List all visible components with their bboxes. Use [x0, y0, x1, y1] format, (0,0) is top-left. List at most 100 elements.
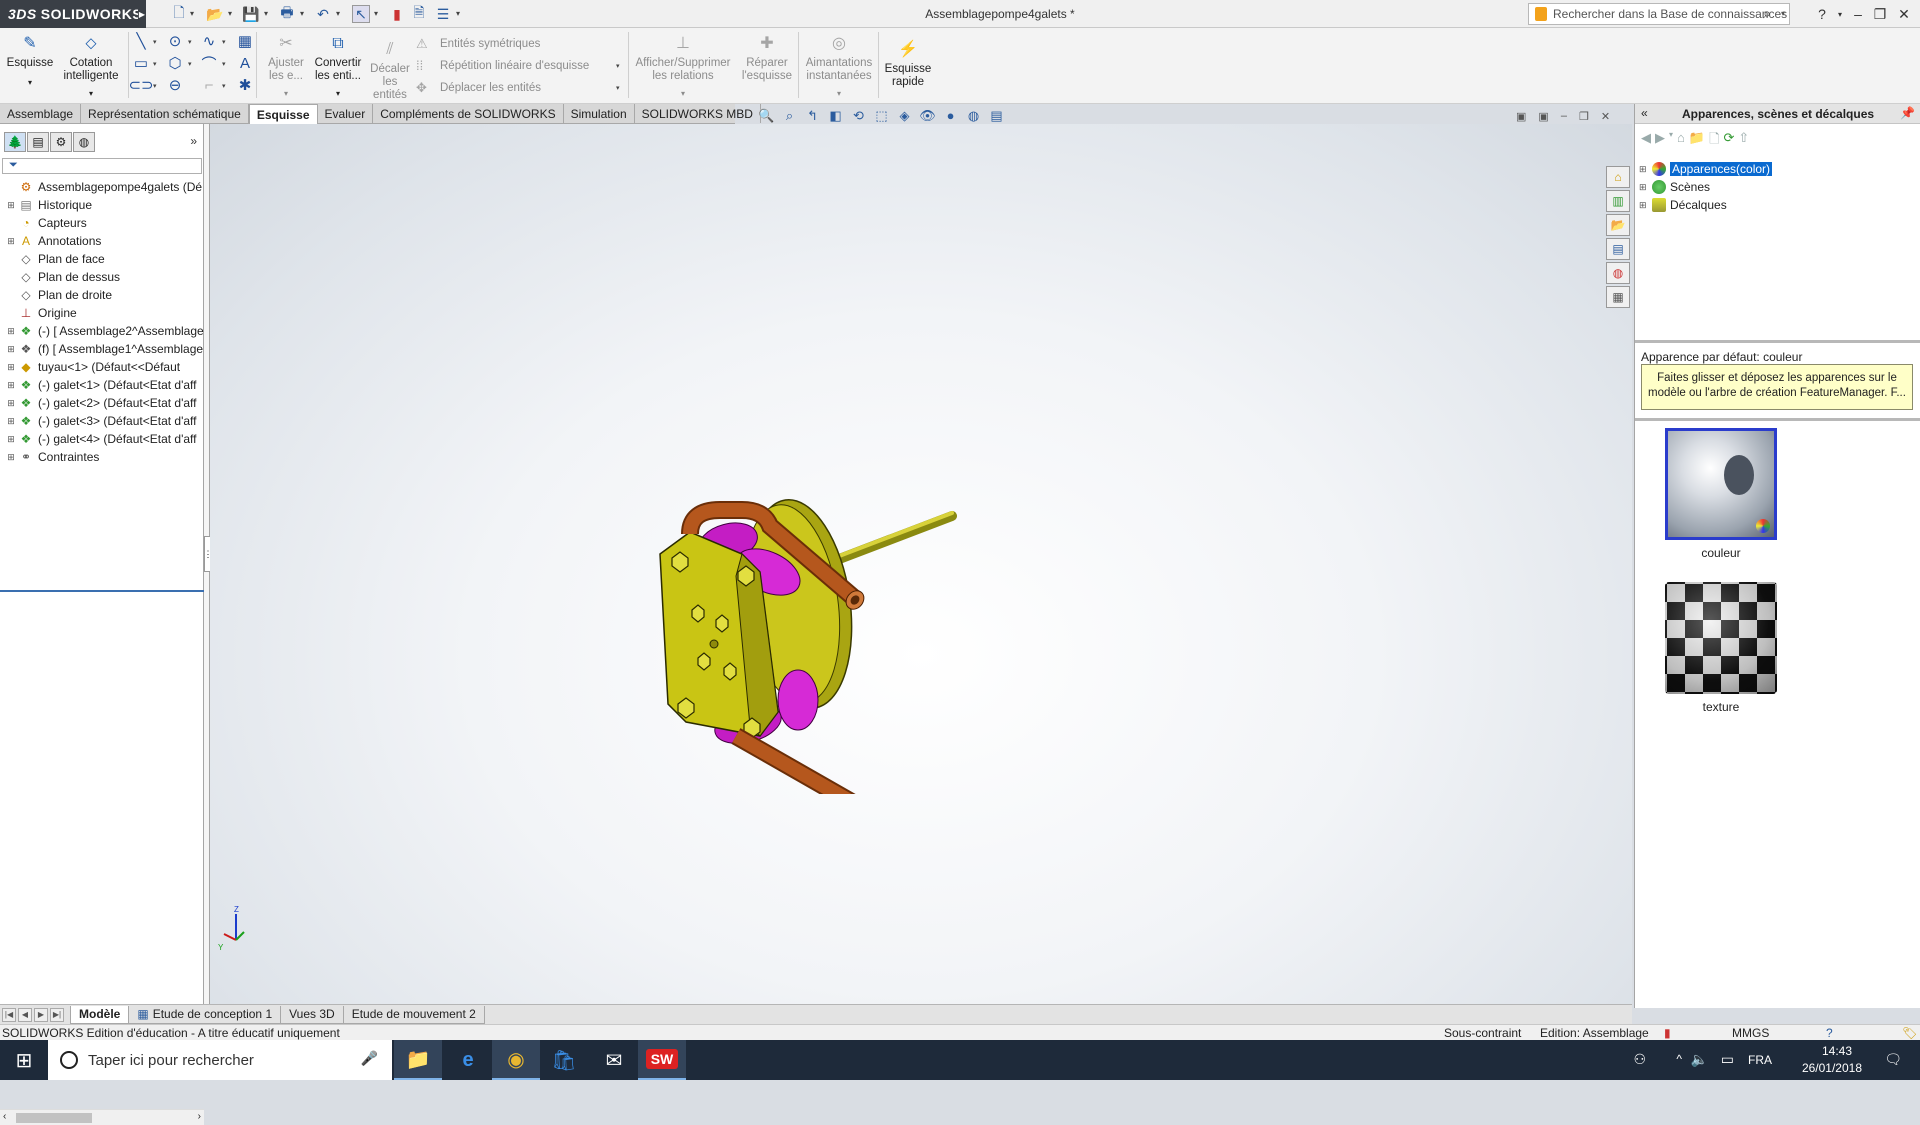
expand-icon[interactable]: ⊞: [6, 200, 16, 210]
configuration-manager-tab-icon[interactable]: ⚙: [50, 132, 72, 152]
property-manager-tab-icon[interactable]: ▤: [27, 132, 49, 152]
circle-dropdown-icon[interactable]: ▾: [188, 38, 192, 46]
tab-etude-de-mouvement[interactable]: Etude de mouvement 2: [342, 1005, 485, 1024]
offset-entities-button[interactable]: ⫽ Décaler les entités: [368, 38, 412, 102]
add-file-icon[interactable]: 🗋: [1709, 130, 1719, 148]
knowledge-base-search[interactable]: Rechercher dans la Base de connaissances…: [1528, 3, 1790, 25]
surface-sketch-icon[interactable]: ▦: [236, 32, 254, 50]
slot-dropdown-icon[interactable]: ▾: [153, 82, 157, 90]
menu-expand-icon[interactable]: ▶: [138, 0, 146, 28]
tree-item-plan-de-droite[interactable]: ◇ Plan de droite: [0, 286, 204, 304]
spline-dropdown-icon[interactable]: ▾: [222, 38, 226, 46]
tree-item-assemblage2[interactable]: ⊞ ❖ (-) [ Assemblage2^Assemblage: [0, 322, 204, 340]
relations-dropdown-icon[interactable]: ▾: [681, 87, 685, 100]
construction-icon[interactable]: ⌐: [200, 76, 218, 94]
file-explorer-icon[interactable]: 📁: [394, 1040, 442, 1080]
tab-representation-schematique[interactable]: Représentation schématique: [81, 104, 249, 123]
tree-item-galet-4[interactable]: ⊞ ❖ (-) galet<4> (Défaut<Etat d'aff: [0, 430, 204, 448]
save-icon[interactable]: 💾: [242, 5, 260, 23]
chrome-icon[interactable]: ◉: [492, 1040, 540, 1080]
dimension-dropdown-icon[interactable]: ▾: [89, 87, 93, 100]
convert-entities-button[interactable]: ⧉ Convertir les enti... ▾: [312, 32, 364, 100]
scrollbar-thumb[interactable]: [16, 1113, 92, 1123]
tab-vues-3d[interactable]: Vues 3D: [280, 1005, 344, 1024]
edge-browser-icon[interactable]: e: [444, 1040, 492, 1080]
smart-dimension-button[interactable]: ⬦ Cotation intelligente ▾: [60, 32, 122, 100]
tray-expand-icon[interactable]: ^: [1676, 1052, 1682, 1066]
expand-icon[interactable]: ⊞: [6, 236, 16, 246]
rollback-bar[interactable]: [0, 590, 204, 592]
viewport-close-icon[interactable]: ✕: [1601, 110, 1610, 123]
tab-esquisse[interactable]: Esquisse: [248, 104, 318, 125]
convert-dropdown-icon[interactable]: ▾: [336, 87, 340, 100]
display-relations-button[interactable]: ⊥ Afficher/Supprimer les relations ▾: [634, 32, 732, 100]
close-icon[interactable]: ✕: [1894, 4, 1914, 24]
forward-icon[interactable]: ▶: [1655, 130, 1665, 148]
tree-item-assemblage1[interactable]: ⊞ ❖ (f) [ Assemblage1^Assemblage: [0, 340, 204, 358]
line-dropdown-icon[interactable]: ▾: [153, 38, 157, 46]
rebuild-status-icon[interactable]: ▮: [1664, 1026, 1671, 1040]
rectangle-dropdown-icon[interactable]: ▾: [153, 60, 157, 68]
slot-icon[interactable]: ⊂⊃: [128, 76, 153, 94]
undo-dropdown-icon[interactable]: ▾: [336, 9, 340, 18]
polygon-icon[interactable]: ⬡: [166, 54, 184, 72]
tab-simulation[interactable]: Simulation: [564, 104, 635, 123]
tab-evaluer[interactable]: Evaluer: [318, 104, 374, 123]
design-library-icon[interactable]: ▥: [1606, 190, 1630, 212]
first-tab-icon[interactable]: |◀: [2, 1007, 16, 1022]
search-dropdown-icon[interactable]: ▾: [1781, 9, 1785, 18]
expand-icon[interactable]: ⊞: [6, 380, 16, 390]
pane-splitter[interactable]: [1635, 340, 1920, 343]
help-dropdown-icon[interactable]: ▾: [1830, 4, 1850, 24]
fillet-icon[interactable]: ⌒: [200, 54, 218, 73]
pin-icon[interactable]: 📌: [1900, 106, 1915, 120]
print-dropdown-icon[interactable]: ▾: [300, 9, 304, 18]
tab-assemblage[interactable]: Assemblage: [0, 104, 82, 123]
new-dropdown-icon[interactable]: ▾: [190, 9, 194, 18]
tree-item-galet-3[interactable]: ⊞ ❖ (-) galet<3> (Défaut<Etat d'aff: [0, 412, 204, 430]
select-cursor-icon[interactable]: ↖: [352, 5, 370, 23]
pump-assembly-model[interactable]: [650, 454, 990, 794]
prev-tab-icon[interactable]: ◀: [18, 1007, 32, 1022]
tab-modele[interactable]: Modèle: [70, 1005, 130, 1024]
expand-icon[interactable]: ⊞: [1639, 182, 1649, 193]
mirror-entities-button[interactable]: ⚠ Entités symétriques: [416, 36, 540, 52]
trim-dropdown-icon[interactable]: ▾: [284, 87, 288, 100]
sketch-button[interactable]: ✎ Esquisse ▾: [6, 32, 54, 89]
expand-icon[interactable]: ⊞: [6, 434, 16, 444]
ellipse-icon[interactable]: ⊖: [166, 76, 184, 94]
expand-icon[interactable]: ⊞: [1639, 200, 1649, 211]
open-dropdown-icon[interactable]: ▾: [228, 9, 232, 18]
tree-item-tuyau[interactable]: ⊞ ◆ tuyau<1> (Défaut<<Défaut: [0, 358, 204, 376]
appearances-tab-icon[interactable]: ◍: [1606, 262, 1630, 284]
clock-date[interactable]: 26/01/2018: [1802, 1061, 1862, 1075]
microphone-icon[interactable]: 🎤: [361, 1050, 378, 1067]
help-icon[interactable]: ?: [1812, 4, 1832, 24]
snaps-dropdown-icon[interactable]: ▾: [837, 87, 841, 100]
last-tab-icon[interactable]: ▶|: [50, 1007, 64, 1022]
print-icon[interactable]: 🖶: [278, 4, 296, 23]
swatch-texture[interactable]: texture: [1665, 582, 1777, 714]
construction-dropdown-icon[interactable]: ▾: [222, 82, 226, 90]
file-properties-icon[interactable]: 🗎: [410, 4, 428, 23]
text-icon[interactable]: A: [236, 54, 254, 72]
options-dropdown-icon[interactable]: ▾: [456, 9, 460, 18]
people-icon[interactable]: ⚇: [1633, 1051, 1646, 1068]
mail-icon[interactable]: ✉: [590, 1040, 638, 1080]
expand-icon[interactable]: ⊞: [6, 344, 16, 354]
tab-solidworks-mbd[interactable]: SOLIDWORKS MBD: [635, 104, 761, 123]
store-icon[interactable]: 🛍: [540, 1040, 588, 1080]
horizontal-scrollbar[interactable]: ‹ ›: [0, 1109, 204, 1125]
solidworks-logo[interactable]: 3DS SOLIDWORKS: [0, 0, 142, 28]
tree-item-plan-de-face[interactable]: ◇ Plan de face: [0, 250, 204, 268]
tab-etude-de-conception[interactable]: ▦ Etude de conception 1: [128, 1005, 282, 1024]
undo-icon[interactable]: ↶: [314, 5, 332, 23]
tree-item-galet-2[interactable]: ⊞ ❖ (-) galet<2> (Défaut<Etat d'aff: [0, 394, 204, 412]
tree-item-historique[interactable]: ⊞ ▤ Historique: [0, 196, 204, 214]
solidworks-taskbar-icon[interactable]: SW: [638, 1040, 686, 1080]
expand-panel-icon[interactable]: »: [190, 134, 197, 148]
expand-icon[interactable]: ⊞: [1639, 164, 1649, 175]
tree-item-origine[interactable]: ⊥ Origine: [0, 304, 204, 322]
tree-item-annotations[interactable]: ⊞ A Annotations: [0, 232, 204, 250]
point-icon[interactable]: ✱: [236, 76, 254, 94]
